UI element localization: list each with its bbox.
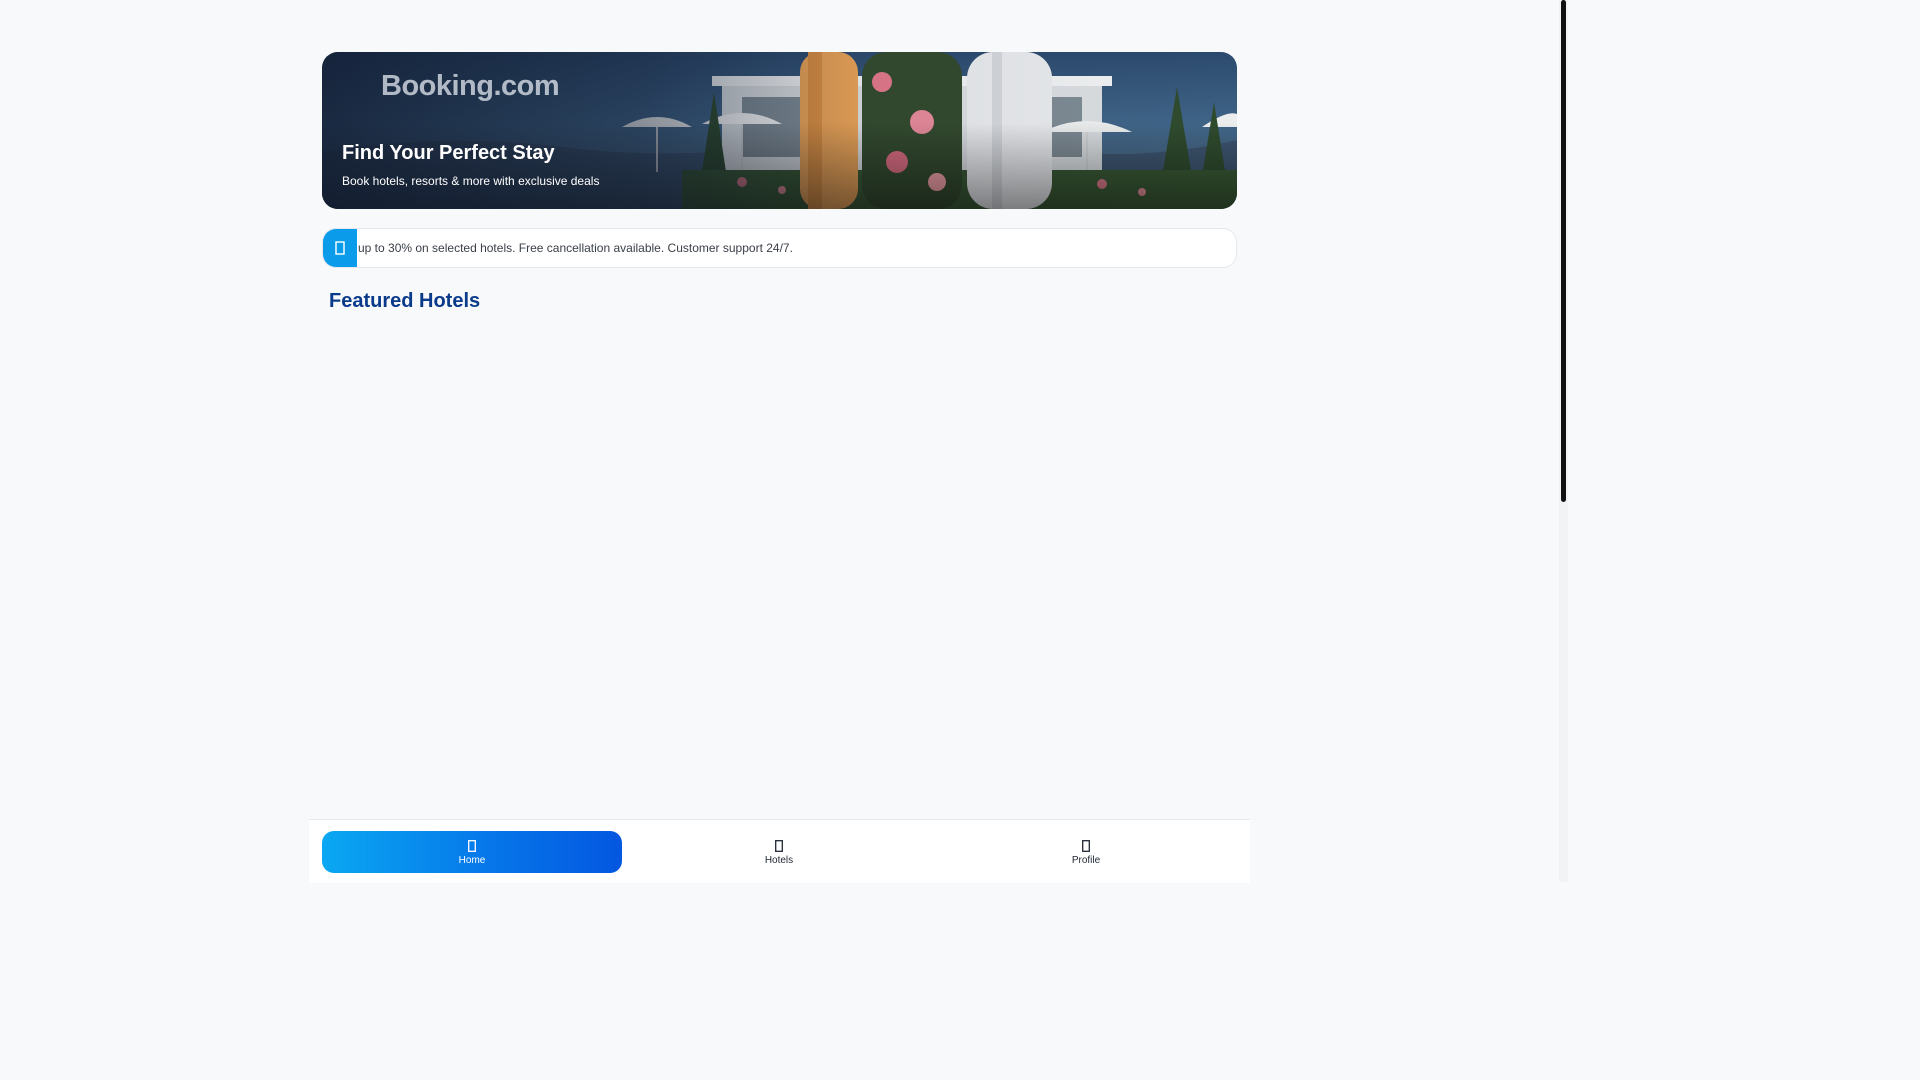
booking-logo: Booking.com: [381, 70, 560, 102]
nav-hotels-label: Hotels: [764, 855, 794, 866]
hotel-icon: [775, 838, 783, 854]
scrollbar-thumb[interactable]: [1561, 0, 1566, 502]
home-icon: [468, 838, 476, 854]
hero-banner: Booking.com Find Your Perfect Stay Book …: [322, 52, 1237, 209]
nav-hotels-button[interactable]: Hotels: [629, 831, 929, 873]
bottom-navigation: Home Hotels Profile: [309, 819, 1250, 883]
promo-notice-bar: up to 30% on selected hotels. Free cance…: [322, 228, 1237, 268]
hero-title: Find Your Perfect Stay: [342, 142, 555, 164]
nav-home-label: Home: [458, 855, 486, 866]
info-icon: [323, 229, 357, 267]
promo-notice-text: up to 30% on selected hotels. Free cance…: [358, 241, 793, 255]
nav-home-button[interactable]: Home: [322, 831, 622, 873]
nav-profile-button[interactable]: Profile: [936, 831, 1236, 873]
user-icon: [1082, 838, 1090, 854]
app-page: Booking.com Find Your Perfect Stay Book …: [0, 0, 1568, 883]
nav-profile-label: Profile: [1071, 855, 1101, 866]
hero-subtitle: Book hotels, resorts & more with exclusi…: [342, 174, 600, 188]
featured-hotels-title: Featured Hotels: [329, 290, 481, 312]
